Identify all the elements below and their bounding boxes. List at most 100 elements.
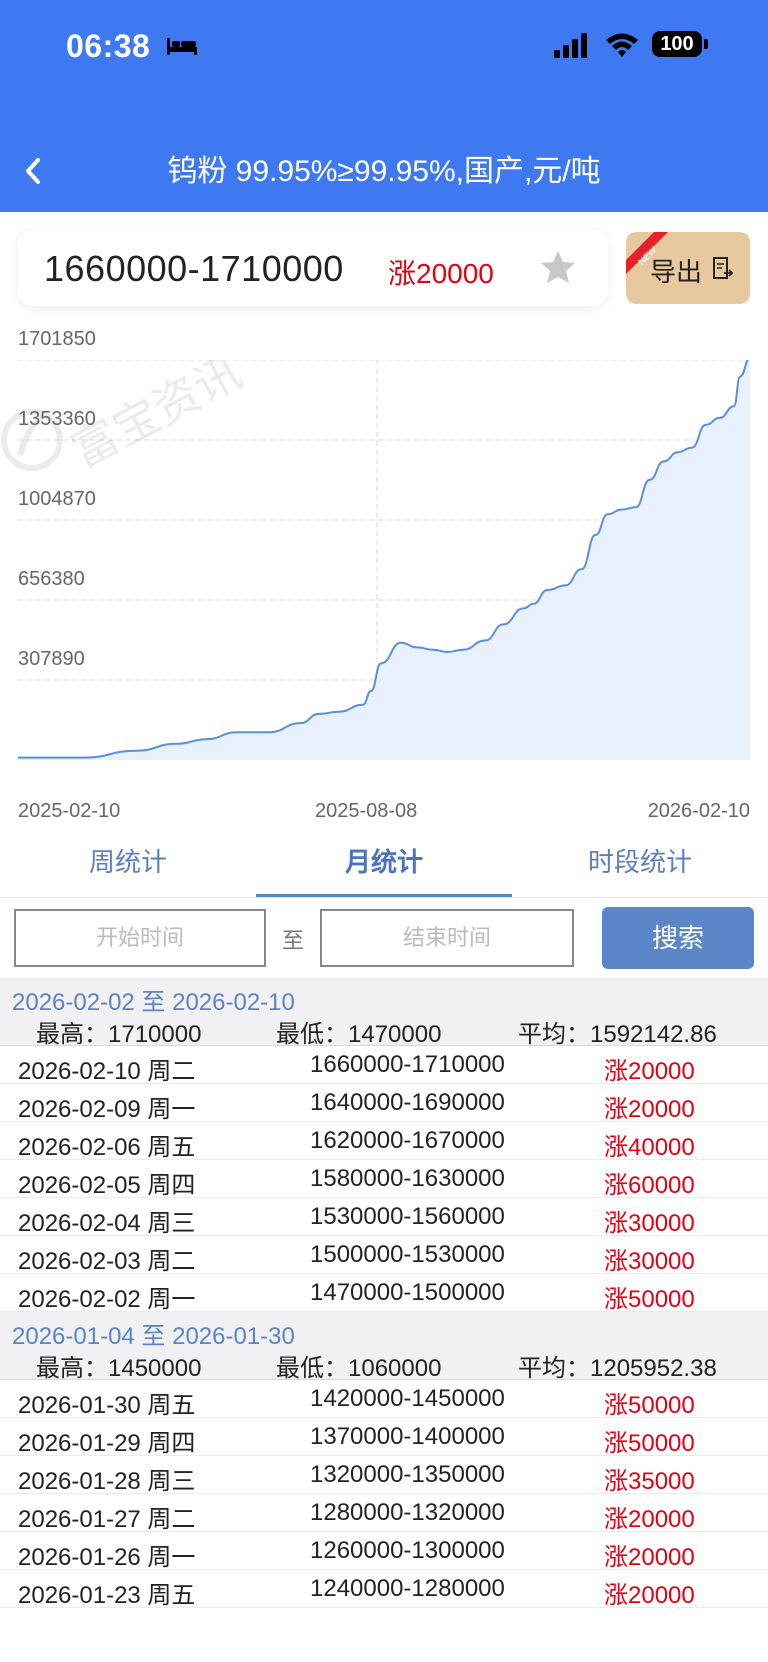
list-item[interactable]: 2026-02-10 周二 1660000-1710000 涨20000 [0, 1046, 768, 1085]
group-low: 最低：1060000 [276, 1355, 442, 1382]
status-time: 06:38 [66, 28, 151, 64]
page-title: 钨粉 99.95%≥99.95%,国产,元/吨 [167, 155, 601, 188]
tab-monthly[interactable]: 月统计 [256, 834, 512, 898]
row-price-range: 1420000-1450000 [310, 1385, 505, 1412]
price-chart: 富宝资讯 1701850 1353360 1004870 656380 307890 20… [0, 328, 768, 830]
search-button[interactable]: 搜索 [602, 907, 754, 969]
row-change: 涨20000 [604, 1058, 695, 1085]
end-date-input[interactable]: 结束时间 [320, 909, 574, 967]
date-search-row: 开始时间 至 结束时间 搜索 [0, 905, 768, 973]
favorite-star-icon[interactable] [538, 248, 578, 288]
row-change: 涨20000 [604, 1544, 695, 1571]
current-price-range: 1660000-1710000 [44, 248, 344, 289]
row-date: 2026-02-05 周四 [18, 1172, 196, 1199]
tab-weekly[interactable]: 周统计 [0, 834, 256, 898]
row-change: 涨50000 [604, 1286, 695, 1313]
row-price-range: 1370000-1400000 [310, 1423, 505, 1450]
stats-tabs: 周统计 月统计 时段统计 [0, 834, 768, 898]
row-change: 涨20000 [604, 1506, 695, 1533]
row-price-range: 1580000-1630000 [310, 1165, 505, 1192]
row-change: 涨35000 [604, 1468, 695, 1495]
row-price-range: 1640000-1690000 [310, 1089, 505, 1116]
row-date: 2026-02-02 周一 [18, 1286, 196, 1313]
row-price-range: 1620000-1670000 [310, 1127, 505, 1154]
group-average: 平均：1592142.86 [518, 1021, 717, 1048]
x-tick-label: 2026-02-10 [647, 800, 750, 822]
list-item[interactable]: 2026-01-23 周五 1240000-1280000 涨20000 [0, 1570, 768, 1609]
row-change: 涨60000 [604, 1172, 695, 1199]
group-date-range: 2026-01-04 至 2026-01-30 [12, 1323, 295, 1350]
group-high: 最高：1450000 [36, 1355, 202, 1382]
x-tick-label: 2025-02-10 [18, 800, 121, 822]
x-tick-label: 2025-08-08 [314, 800, 418, 822]
row-date: 2026-01-29 周四 [18, 1430, 196, 1457]
battery-icon: 100 [652, 31, 708, 57]
row-price-range: 1240000-1280000 [310, 1575, 505, 1602]
group-header: 2026-02-02 至 2026-02-10 最高：1710000 最低：1470… [0, 978, 768, 1048]
row-date: 2026-02-10 周二 [18, 1058, 196, 1085]
tab-period[interactable]: 时段统计 [512, 834, 768, 898]
row-change: 涨20000 [604, 1582, 695, 1609]
app-header: 06:38 100 钨粉 99.95%≥99.95%,国产,元/吨 [0, 0, 768, 212]
y-tick-label: 1004870 [18, 488, 96, 510]
price-summary-card: 1660000-1710000 涨20000 [18, 230, 608, 306]
group-low: 最低：1470000 [276, 1021, 442, 1048]
list-item[interactable]: 2026-01-28 周三 1320000-1350000 涨35000 [0, 1456, 768, 1495]
row-change: 涨30000 [604, 1248, 695, 1275]
row-date: 2026-02-06 周五 [18, 1134, 196, 1161]
row-price-range: 1470000-1500000 [310, 1279, 505, 1306]
export-button[interactable]: NEW 导出 [626, 232, 750, 304]
row-price-range: 1500000-1530000 [310, 1241, 505, 1268]
row-change: 涨20000 [604, 1096, 695, 1123]
battery-level: 100 [652, 31, 702, 57]
group-date-range: 2026-02-02 至 2026-02-10 [12, 989, 295, 1016]
row-date: 2026-01-27 周二 [18, 1506, 196, 1533]
battery-tip [704, 39, 708, 49]
list-item[interactable]: 2026-01-30 周五 1420000-1450000 涨50000 [0, 1380, 768, 1419]
row-date: 2026-01-28 周三 [18, 1468, 196, 1495]
price-history-list: 2026-02-02 至 2026-02-10 最高：1710000 最低：1470… [0, 978, 768, 1624]
list-item[interactable]: 2026-02-02 周一 1470000-1500000 涨50000 [0, 1274, 768, 1313]
list-item[interactable]: 2026-01-29 周四 1370000-1400000 涨50000 [0, 1418, 768, 1457]
y-tick-label: 1353360 [18, 408, 96, 430]
group-stats: 最高：1450000 最低：1060000 平均：1205952.38 [0, 1348, 768, 1382]
list-item[interactable]: 2026-02-03 周二 1500000-1530000 涨30000 [0, 1236, 768, 1275]
row-date: 2026-02-03 周二 [18, 1248, 196, 1275]
to-label: 至 [282, 928, 305, 953]
list-item[interactable]: 2026-02-04 周三 1530000-1560000 涨30000 [0, 1198, 768, 1237]
row-change: 涨50000 [604, 1392, 695, 1419]
start-date-input[interactable]: 开始时间 [14, 909, 266, 967]
list-item[interactable]: 2026-01-27 周二 1280000-1320000 涨20000 [0, 1494, 768, 1533]
row-price-range: 1260000-1300000 [310, 1537, 505, 1564]
row-price-range: 1660000-1710000 [310, 1051, 505, 1078]
list-item[interactable]: 2026-02-05 周四 1580000-1630000 涨60000 [0, 1160, 768, 1199]
row-date: 2026-01-23 周五 [18, 1582, 196, 1609]
y-tick-label: 307890 [18, 648, 85, 670]
back-arrow-icon[interactable] [20, 152, 46, 190]
active-tab-indicator [256, 894, 512, 897]
row-price-range: 1320000-1350000 [310, 1461, 505, 1488]
current-price-change: 涨20000 [388, 258, 494, 289]
list-item[interactable]: 2026-02-09 周一 1640000-1690000 涨20000 [0, 1084, 768, 1123]
group-average: 平均：1205952.38 [518, 1355, 717, 1382]
row-date: 2026-01-26 周一 [18, 1544, 196, 1571]
list-item[interactable]: 2026-02-06 周五 1620000-1670000 涨40000 [0, 1122, 768, 1161]
wifi-icon [606, 33, 638, 57]
row-price-range: 1530000-1560000 [310, 1203, 505, 1230]
cellular-signal-icon [554, 33, 587, 58]
export-label: 导出 [650, 257, 703, 287]
row-price-range: 1280000-1320000 [310, 1499, 505, 1526]
row-date: 2026-02-09 周一 [18, 1096, 196, 1123]
y-tick-label: 1701850 [18, 328, 96, 350]
y-tick-label: 656380 [18, 568, 85, 590]
row-change: 涨50000 [604, 1430, 695, 1457]
row-change: 涨40000 [604, 1134, 695, 1161]
group-header: 2026-01-04 至 2026-01-30 最高：1450000 最低：1060… [0, 1312, 768, 1382]
row-change: 涨30000 [604, 1210, 695, 1237]
group-high: 最高：1710000 [36, 1021, 202, 1048]
row-date: 2026-02-04 周三 [18, 1210, 196, 1237]
group-stats: 最高：1710000 最低：1470000 平均：1592142.86 [0, 1014, 768, 1048]
row-date: 2026-01-30 周五 [18, 1392, 196, 1419]
sleep-mode-icon [167, 38, 197, 55]
list-item[interactable]: 2026-01-26 周一 1260000-1300000 涨20000 [0, 1532, 768, 1571]
